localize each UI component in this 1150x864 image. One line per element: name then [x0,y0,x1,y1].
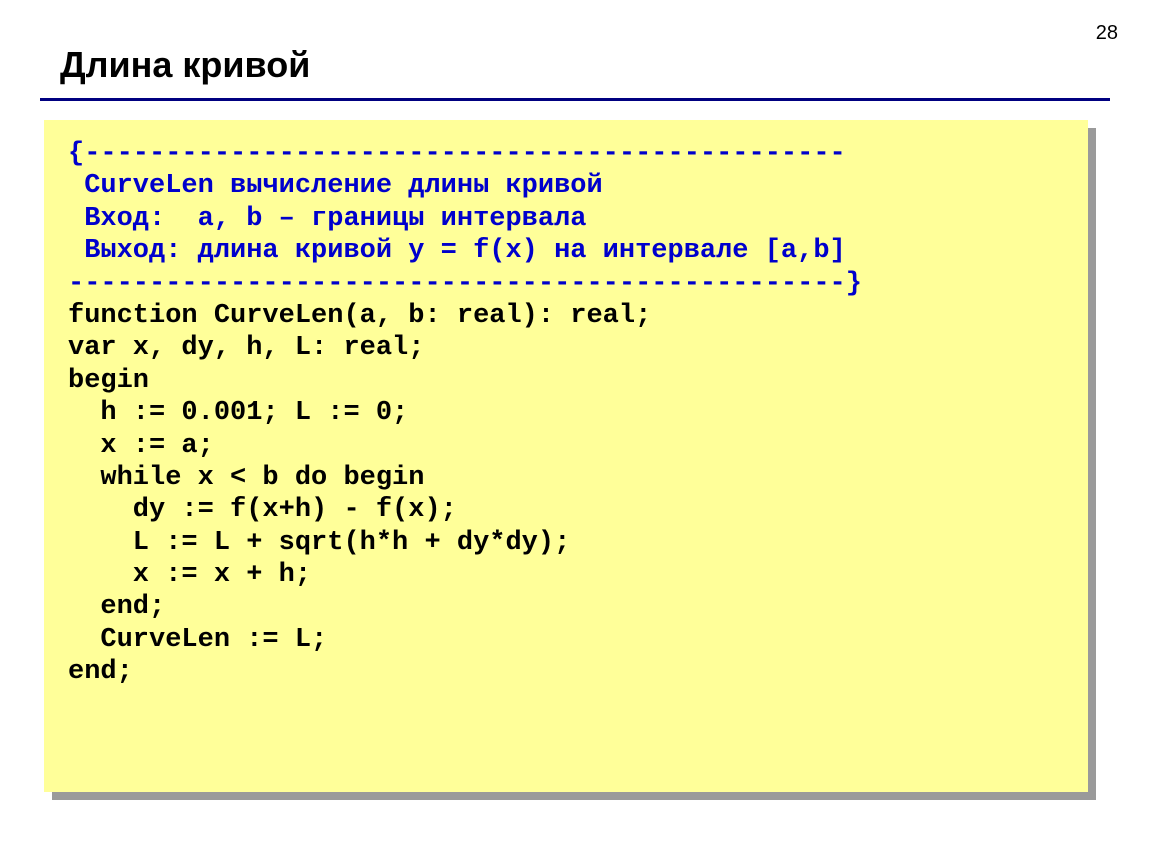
code-line: var x, dy, h, L: real; [68,333,424,363]
code-comment-line: ----------------------------------------… [68,269,862,299]
code-block: {---------------------------------------… [44,120,1088,792]
code-line: begin [68,366,149,396]
title-underline [40,98,1110,101]
code-line: CurveLen := L; [68,625,327,655]
code-comment-line: Вход: a, b – границы интервала [68,204,586,234]
code-comment-line: CurveLen вычисление длины кривой [68,171,603,201]
code-line: end; [68,592,165,622]
code-line: x := x + h; [68,560,311,590]
code-line: while x < b do begin [68,463,424,493]
code-line: function CurveLen(a, b: real): real; [68,301,651,331]
code-line: x := a; [68,431,214,461]
slide: 28 Длина кривой {-----------------------… [0,0,1150,864]
code-line: h := 0.001; L := 0; [68,398,408,428]
code-comment-line: Выход: длина кривой y = f(x) на интервал… [68,236,846,266]
code-comment-line: {---------------------------------------… [68,139,846,169]
page-number: 28 [1096,22,1118,45]
code-line: dy := f(x+h) - f(x); [68,495,457,525]
slide-title: Длина кривой [60,44,310,86]
code-line: L := L + sqrt(h*h + dy*dy); [68,528,570,558]
code-line: end; [68,657,133,687]
